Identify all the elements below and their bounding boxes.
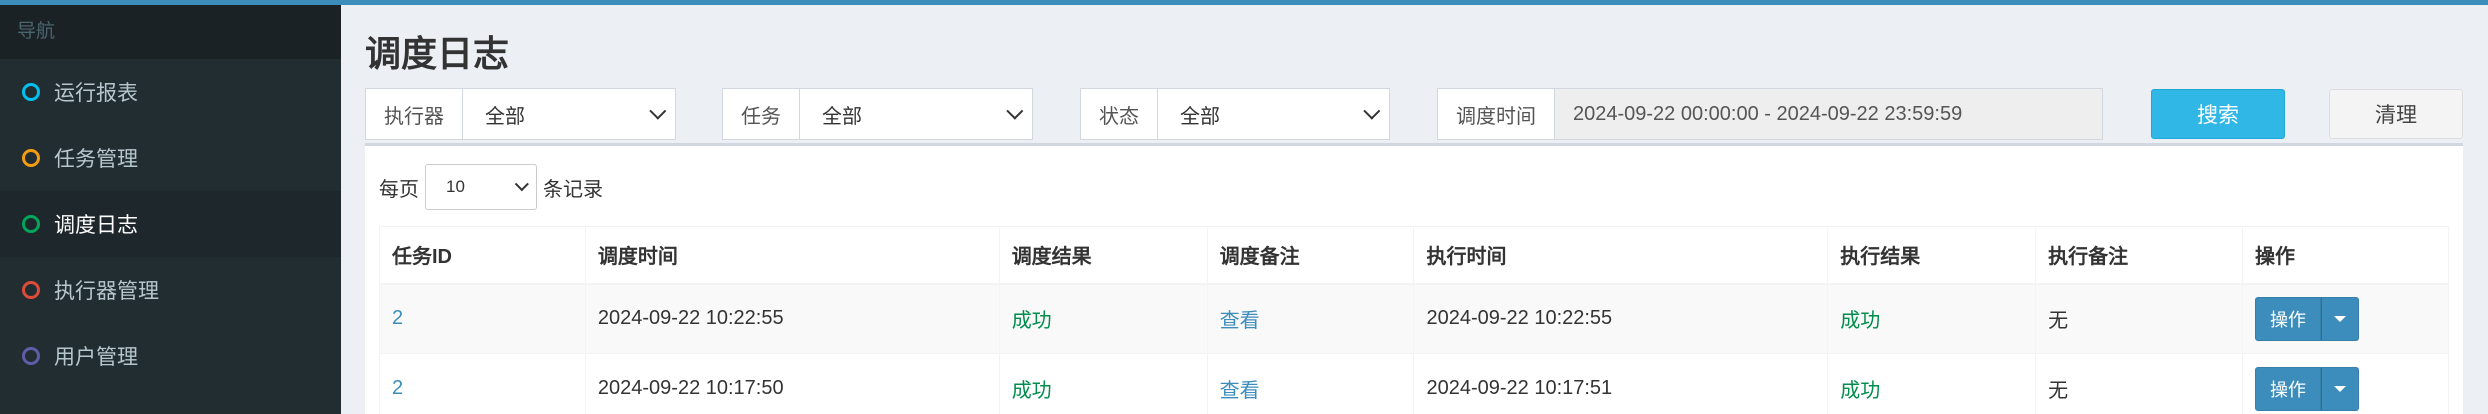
action-button-group: 操作	[2255, 366, 2360, 411]
trigger-note-link[interactable]: 查看	[1220, 310, 1260, 332]
caret-down-icon	[2334, 315, 2347, 322]
task-select-value: 全部	[822, 105, 862, 128]
handle-time-cell: 2024-09-22 10:22:55	[1413, 283, 1829, 354]
sidebar-item-label: 调度日志	[54, 214, 138, 237]
sidebar: 导航 运行报表 任务管理 调度日志 执行器管理 用户管理	[0, 5, 341, 414]
action-button[interactable]: 操作	[2255, 296, 2322, 341]
sidebar-item-report[interactable]: 运行报表	[0, 59, 341, 125]
task-select[interactable]: 全部	[800, 88, 1033, 140]
task-filter-label: 任务	[722, 88, 800, 140]
handle-time-cell: 2024-09-22 10:17:51	[1413, 353, 1829, 414]
status-filter-label: 状态	[1080, 88, 1158, 140]
circle-icon	[22, 215, 40, 233]
action-button-group: 操作	[2255, 296, 2360, 341]
table-row: 2 2024-09-22 10:22:55 成功 查看 2024-09-22 1…	[379, 283, 2449, 354]
main-content: 调度日志 执行器 全部 任务 全部 状态 全部 调度时间 2024-09-22 …	[341, 5, 2488, 414]
sidebar-item-label: 运行报表	[54, 82, 138, 105]
page-length-select[interactable]: 10	[425, 164, 537, 210]
time-filter-label: 调度时间	[1437, 88, 1555, 140]
search-button[interactable]: 搜索	[2151, 89, 2285, 139]
sidebar-item-label: 用户管理	[54, 346, 138, 369]
time-filter: 调度时间 2024-09-22 00:00:00 - 2024-09-22 23…	[1437, 88, 2103, 140]
status-filter: 状态 全部	[1080, 88, 1390, 140]
log-table: 任务ID 调度时间 调度结果 调度备注 执行时间 执行结果 执行备注 操作 2 …	[379, 226, 2449, 414]
handle-result-cell: 成功	[1827, 353, 2037, 414]
sidebar-item-tasks[interactable]: 任务管理	[0, 125, 341, 191]
column-header-trigger-note[interactable]: 调度备注	[1206, 226, 1415, 285]
status-select[interactable]: 全部	[1158, 88, 1390, 140]
chevron-down-icon	[514, 177, 529, 192]
column-header-trigger-time[interactable]: 调度时间	[584, 226, 1000, 285]
column-header-action: 操作	[2242, 226, 2449, 285]
executor-filter-label: 执行器	[365, 88, 463, 140]
executor-select[interactable]: 全部	[463, 88, 676, 140]
clear-button[interactable]: 清理	[2329, 89, 2463, 139]
table-row: 2 2024-09-22 10:17:50 成功 查看 2024-09-22 1…	[379, 353, 2449, 414]
column-header-handle-note[interactable]: 执行备注	[2035, 226, 2244, 285]
caret-down-icon	[2334, 385, 2347, 392]
trigger-result-cell: 成功	[998, 353, 1208, 414]
sidebar-header: 导航	[0, 5, 341, 59]
chevron-down-icon	[1363, 102, 1381, 120]
log-table-box: 每页 10 条记录 任务ID 调度时间 调度结果 调度备注 执行时间 执行结果	[365, 143, 2463, 414]
sidebar-item-users[interactable]: 用户管理	[0, 323, 341, 389]
sidebar-item-label: 执行器管理	[54, 280, 159, 303]
task-id-link[interactable]: 2	[392, 377, 403, 399]
page-title: 调度日志	[365, 33, 510, 74]
circle-icon	[22, 149, 40, 167]
column-header-task-id[interactable]: 任务ID	[379, 226, 586, 285]
chevron-down-icon	[649, 102, 667, 120]
trigger-time-cell: 2024-09-22 10:17:50	[584, 353, 1000, 414]
action-button[interactable]: 操作	[2255, 366, 2322, 411]
column-header-trigger-result[interactable]: 调度结果	[998, 226, 1208, 285]
circle-icon	[22, 347, 40, 365]
task-id-link[interactable]: 2	[392, 307, 403, 329]
sidebar-item-label: 任务管理	[54, 148, 138, 171]
page-length-control: 每页 10 条记录	[379, 164, 603, 210]
handle-note-cell: 无	[2035, 353, 2244, 414]
page-length-value: 10	[446, 177, 465, 196]
circle-icon	[22, 83, 40, 101]
page-length-suffix: 条记录	[543, 178, 603, 201]
status-select-value: 全部	[1180, 105, 1220, 128]
date-range-input[interactable]: 2024-09-22 00:00:00 - 2024-09-22 23:59:5…	[1555, 88, 2103, 140]
sidebar-item-logs[interactable]: 调度日志	[0, 191, 341, 257]
handle-result-cell: 成功	[1827, 283, 2037, 354]
executor-filter: 执行器 全部	[365, 88, 676, 140]
trigger-time-cell: 2024-09-22 10:22:55	[584, 283, 1000, 354]
handle-note-cell: 无	[2035, 283, 2244, 354]
column-header-handle-result[interactable]: 执行结果	[1827, 226, 2037, 285]
action-dropdown-toggle[interactable]	[2321, 296, 2360, 341]
executor-select-value: 全部	[485, 105, 525, 128]
circle-icon	[22, 281, 40, 299]
column-header-handle-time[interactable]: 执行时间	[1413, 226, 1829, 285]
trigger-note-link[interactable]: 查看	[1220, 380, 1260, 402]
page-length-prefix: 每页	[379, 178, 419, 201]
action-dropdown-toggle[interactable]	[2321, 366, 2360, 411]
sidebar-item-executors[interactable]: 执行器管理	[0, 257, 341, 323]
chevron-down-icon	[1006, 102, 1024, 120]
table-header-row: 任务ID 调度时间 调度结果 调度备注 执行时间 执行结果 执行备注 操作	[379, 226, 2449, 285]
trigger-result-cell: 成功	[998, 283, 1208, 354]
task-filter: 任务 全部	[722, 88, 1033, 140]
